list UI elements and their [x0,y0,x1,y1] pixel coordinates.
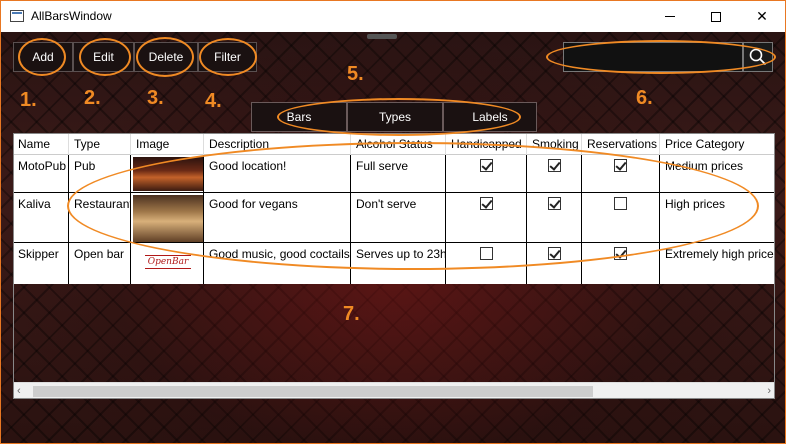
column-header-name[interactable]: Name [13,133,69,155]
smoking-checkbox[interactable] [547,159,561,172]
smoking-checkbox[interactable] [547,197,561,210]
column-header-image[interactable]: Image [131,133,204,155]
cell-name: Skipper [13,243,69,284]
table-row[interactable]: Kaliva Restaurant Good for vegans Don't … [13,193,775,243]
grid-empty-area [13,284,775,382]
reservations-checkbox[interactable] [614,247,627,260]
cell-description: Good location! [204,155,351,192]
column-header-smoking[interactable]: Smoking [527,133,582,155]
pub-photo [133,157,203,191]
bars-data-grid: Name Type Image Description Alcohol Stat… [13,133,775,284]
scroll-right-icon[interactable]: › [767,385,771,397]
cell-price-category: High prices [665,197,726,211]
handicapped-checkbox[interactable] [479,247,493,260]
reservations-checkbox[interactable] [614,197,627,210]
cell-price-category: Extremely high price [665,247,774,261]
cell-description: Good for vegans [204,193,351,242]
column-header-type[interactable]: Type [69,133,131,155]
cell-name: MotoPub [13,155,69,192]
window-title: AllBarsWindow [31,9,112,23]
cell-reservations [582,155,660,192]
cell-price-category: Medium prices [665,159,744,173]
cell-image: OpenBar [131,243,204,284]
search-icon [749,48,767,66]
annotation-5: 5. [347,63,364,85]
cell-type: Restaurant [69,193,131,242]
grid-header: Name Type Image Description Alcohol Stat… [13,133,775,155]
delete-button[interactable]: Delete [134,42,198,72]
cell-type: Open bar [69,243,131,284]
annotation-1: 1. [20,89,37,111]
tab-bar: Bars Types Labels [251,102,537,132]
cell-handicapped [446,155,527,192]
cell-name: Kaliva [13,193,69,242]
cell-type: Pub [69,155,131,192]
cell-smoking [527,193,582,242]
toolbar: Add Edit Delete Filter [13,42,257,72]
minimize-icon [665,16,675,17]
cell-alcohol-status: Full serve [351,155,446,192]
open-bar-logo-text: OpenBar [144,255,192,269]
horizontal-scrollbar[interactable]: ‹ › [13,382,775,399]
search-input[interactable] [563,42,743,72]
handicapped-checkbox[interactable] [479,159,493,172]
drag-grip[interactable] [367,34,397,39]
maximize-icon [711,11,721,22]
annotation-3: 3. [147,87,164,109]
cell-smoking [527,243,582,284]
all-bars-window: AllBarsWindow ✕ Add Edit Delete Filter B… [0,0,786,444]
cell-image [131,193,204,242]
column-header-reservations[interactable]: Reservations [582,133,660,155]
cell-alcohol-status: Serves up to 23h [351,243,446,284]
reservations-checkbox[interactable] [614,159,627,172]
smoking-checkbox[interactable] [547,247,561,260]
title-bar: AllBarsWindow ✕ [1,1,785,32]
cell-description: Good music, good coctails [204,243,351,284]
cell-alcohol-status: Don't serve [351,193,446,242]
close-icon: ✕ [756,8,768,24]
handicapped-checkbox[interactable] [479,197,493,210]
minimize-button[interactable] [647,1,693,32]
maximize-button[interactable] [693,1,739,32]
column-header-alcohol-status[interactable]: Alcohol Status [351,133,446,155]
cell-handicapped [446,193,527,242]
client-area: Add Edit Delete Filter Bars Types Labels… [1,32,785,443]
tab-labels[interactable]: Labels [443,102,537,132]
cell-reservations [582,193,660,242]
table-row[interactable]: MotoPub Pub Good location! Full serve Me… [13,155,775,193]
annotation-7: 7. [343,303,360,325]
open-bar-logo: OpenBar [133,245,203,279]
cell-smoking [527,155,582,192]
tab-bars[interactable]: Bars [251,102,347,132]
annotation-6: 6. [636,87,653,109]
scroll-left-icon[interactable]: ‹ [17,385,21,397]
window-app-icon [10,10,24,22]
column-header-price-category[interactable]: Price Category [660,133,775,155]
search-button[interactable] [743,42,773,72]
scrollbar-thumb[interactable] [33,386,593,397]
close-button[interactable]: ✕ [739,1,785,32]
filter-button[interactable]: Filter [198,42,257,72]
restaurant-photo [133,195,203,242]
add-button[interactable]: Add [13,42,73,72]
cell-handicapped [446,243,527,284]
cell-image [131,155,204,192]
annotation-2: 2. [84,87,101,109]
column-header-description[interactable]: Description [204,133,351,155]
table-row[interactable]: Skipper Open bar OpenBar Good music, goo… [13,243,775,284]
edit-button[interactable]: Edit [73,42,134,72]
cell-reservations [582,243,660,284]
annotation-4: 4. [205,90,222,112]
column-header-handicapped[interactable]: Handicapped [446,133,527,155]
tab-types[interactable]: Types [347,102,443,132]
